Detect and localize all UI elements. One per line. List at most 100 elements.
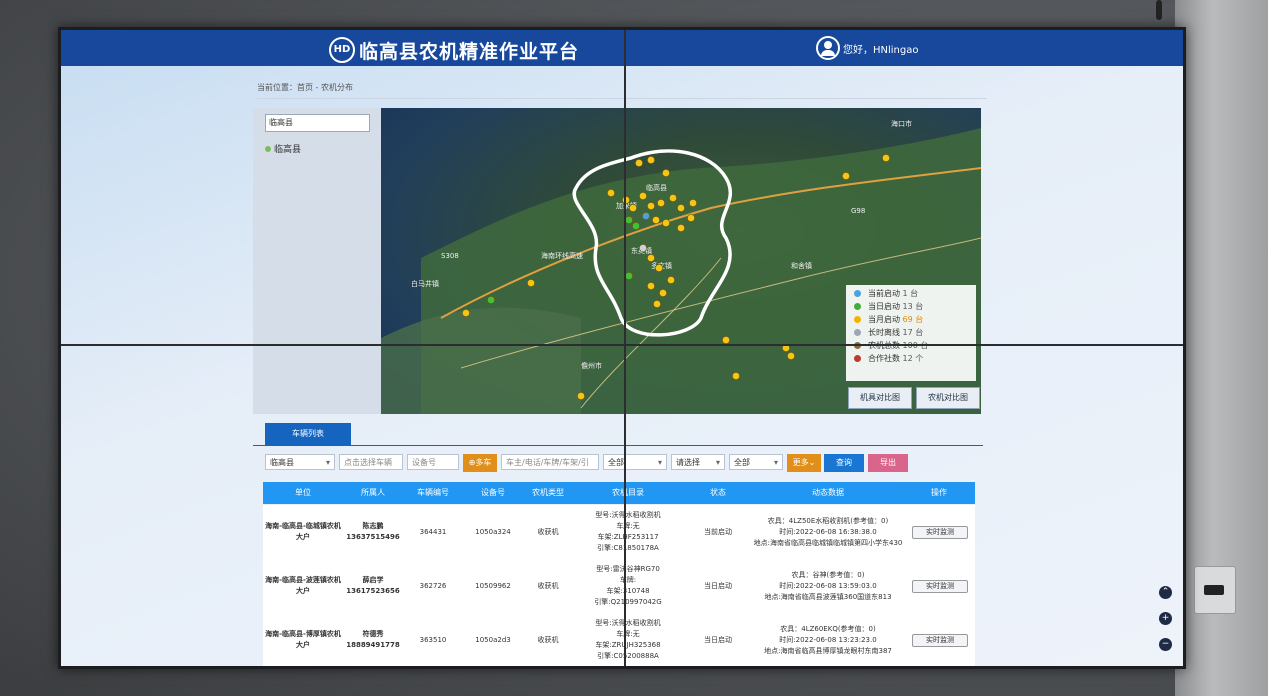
machine-marker	[787, 352, 795, 360]
status-select[interactable]: 全部	[603, 454, 667, 471]
bezel-seam-horizontal	[61, 344, 1183, 346]
map-place-label: 海口市	[891, 119, 912, 128]
cable	[1156, 0, 1162, 20]
machine-compare-button[interactable]: 机具对比图	[848, 387, 912, 409]
cell-text: 地点:海南省临高县波莲镇360国道东813	[764, 592, 892, 601]
table-cell: 海南-临高县-临城镇农机大户	[263, 505, 343, 559]
user-avatar-icon[interactable]	[816, 36, 840, 60]
cell-text: 型号:沃得水稻收割机	[595, 511, 661, 519]
realtime-monitor-button[interactable]: 实时监测	[912, 526, 968, 539]
machine-marker	[607, 189, 615, 197]
cell-text: 时间:2022-06-08 16:38:38.0	[779, 527, 877, 536]
machine-marker	[577, 392, 585, 400]
table-cell: 364431	[403, 505, 463, 559]
table-cell: 收获机	[523, 613, 573, 666]
map-place-label: 海南环线高速	[541, 251, 583, 260]
machine-marker	[632, 222, 640, 230]
cell-text: 车架:ZLHF253117	[597, 533, 659, 541]
cell-text: 引擎:C81850178A	[597, 544, 659, 552]
column-header: 所属人	[361, 488, 385, 497]
column-header: 操作	[931, 488, 947, 497]
zoom-out-icon[interactable]: −	[1159, 638, 1172, 651]
table-header: 单位 所属人 车辆编号 设备号 农机类型 农机目录 状态 动态数据 操作	[263, 482, 975, 504]
cell-text: 收获机	[537, 581, 559, 590]
table-cell: 型号:沃得水稻收割机 车牌:无 车架:ZRUJH325368 引擎:C05200888…	[573, 613, 683, 666]
table-cell: 农具：谷神(参考值：0) 时间:2022-06-08 13:59:03.0 地点:海…	[753, 559, 903, 613]
legend-row: 长时离线 17 台	[846, 326, 976, 339]
multi-vehicle-button[interactable]: ⊕多车	[463, 454, 497, 472]
machine-marker	[487, 296, 495, 304]
legend-label: 当日启动	[868, 302, 903, 311]
zoom-in-icon[interactable]: +	[1159, 612, 1172, 625]
table-cell: 1050a2d3	[463, 613, 523, 666]
table-cell: 海南-临高县-波莲镇农机大户	[263, 559, 343, 613]
tab-vehicle-list[interactable]: 车辆列表	[265, 423, 351, 445]
machine-marker	[639, 244, 647, 252]
legend-count: 69 台	[902, 315, 924, 324]
machine-marker	[655, 264, 663, 272]
machine-marker	[662, 169, 670, 177]
machine-marker	[669, 194, 677, 202]
legend-marker-icon	[854, 290, 861, 297]
breadcrumb: 当前位置：首页 - 农机分布	[257, 83, 353, 92]
cell-text: 地点:海南省临高县博厚镇龙眼村东南387	[764, 646, 892, 655]
cell-text: 海南-临高县-临城镇农机大户	[265, 522, 341, 541]
tree-search-input[interactable]: 临高县	[265, 114, 370, 132]
legend-marker-icon	[854, 329, 861, 336]
category-select[interactable]: 全部	[729, 454, 783, 471]
user-greeting[interactable]: 您好，HNlingao	[843, 41, 919, 56]
legend-count: 12 个	[902, 354, 924, 363]
type-select[interactable]: 请选择	[671, 454, 725, 471]
cell-text: 农具：4LZ60EKQ(参考值：0)	[780, 624, 876, 633]
realtime-monitor-button[interactable]: 实时监测	[912, 634, 968, 647]
legend-row: 当前启动 1 台	[846, 287, 976, 300]
column-header: 状态	[710, 488, 726, 497]
cell-text: 海南-临高县-波莲镇农机大户	[265, 576, 341, 595]
machine-marker	[629, 204, 637, 212]
cell-text: 13617523656	[346, 587, 400, 595]
power-outlet	[1194, 566, 1236, 614]
cell-text: 薛启学	[362, 576, 384, 584]
video-wall-screen: HD 临高县农机精准作业平台 您好，HNlingao 当前位置：首页 - 农机分…	[58, 27, 1186, 669]
cell-text: 车架:ZRUJH325368	[595, 641, 661, 649]
machine-marker	[657, 199, 665, 207]
cell-text: 13637515496	[346, 533, 400, 541]
legend-row: 合作社数 12 个	[846, 352, 976, 365]
column-header: 动态数据	[812, 488, 844, 497]
app-title: 临高县农机精准作业平台	[359, 41, 580, 63]
machine-marker	[732, 372, 740, 380]
cell-text: 型号:雷沃谷神RG70	[596, 565, 660, 573]
machine-marker	[462, 309, 470, 317]
machine-marker	[625, 216, 633, 224]
owner-search-input[interactable]: 车主/电话/车牌/车架/引	[501, 454, 599, 470]
legend-marker-icon	[854, 303, 861, 310]
table-row: 海南-临高县-博厚镇农机大户 符德秀 18889491778 363510 1050a2…	[263, 613, 975, 666]
query-button[interactable]: 查询	[824, 454, 864, 472]
scroll-up-icon[interactable]: ⌃	[1159, 586, 1172, 599]
more-button[interactable]: 更多⌄	[787, 454, 821, 472]
cell-text: 1050a2d3	[475, 635, 511, 644]
app-logo-icon: HD	[329, 37, 355, 63]
county-select[interactable]: 临高县	[265, 454, 335, 471]
tree-node-lingao[interactable]: 临高县	[265, 142, 301, 155]
divider	[257, 98, 987, 99]
table-cell: 362726	[403, 559, 463, 613]
machine-marker	[625, 272, 633, 280]
cell-text: 车牌:无	[616, 630, 640, 638]
machine-marker	[689, 199, 697, 207]
vehicle-select-input[interactable]: 点击选择车辆	[339, 454, 403, 470]
table-cell: 收获机	[523, 505, 573, 559]
device-input[interactable]: 设备号	[407, 454, 459, 470]
machine-marker	[722, 336, 730, 344]
export-button[interactable]: 导出	[868, 454, 908, 472]
cell-text: 车牌:无	[616, 522, 640, 530]
realtime-monitor-button[interactable]: 实时监测	[912, 580, 968, 593]
table-cell: 当日启动	[683, 613, 753, 666]
cell-text: 1050a324	[475, 527, 511, 536]
column-header: 车辆编号	[417, 488, 449, 497]
column-header: 农机类型	[532, 488, 564, 497]
tractor-compare-button[interactable]: 农机对比图	[916, 387, 980, 409]
cell-text: 农具：谷神(参考值：0)	[791, 570, 865, 579]
machine-marker	[662, 219, 670, 227]
table-cell: 型号:雷沃谷神RG70 车牌: 车架:310748 引擎:Q210997042G	[573, 559, 683, 613]
